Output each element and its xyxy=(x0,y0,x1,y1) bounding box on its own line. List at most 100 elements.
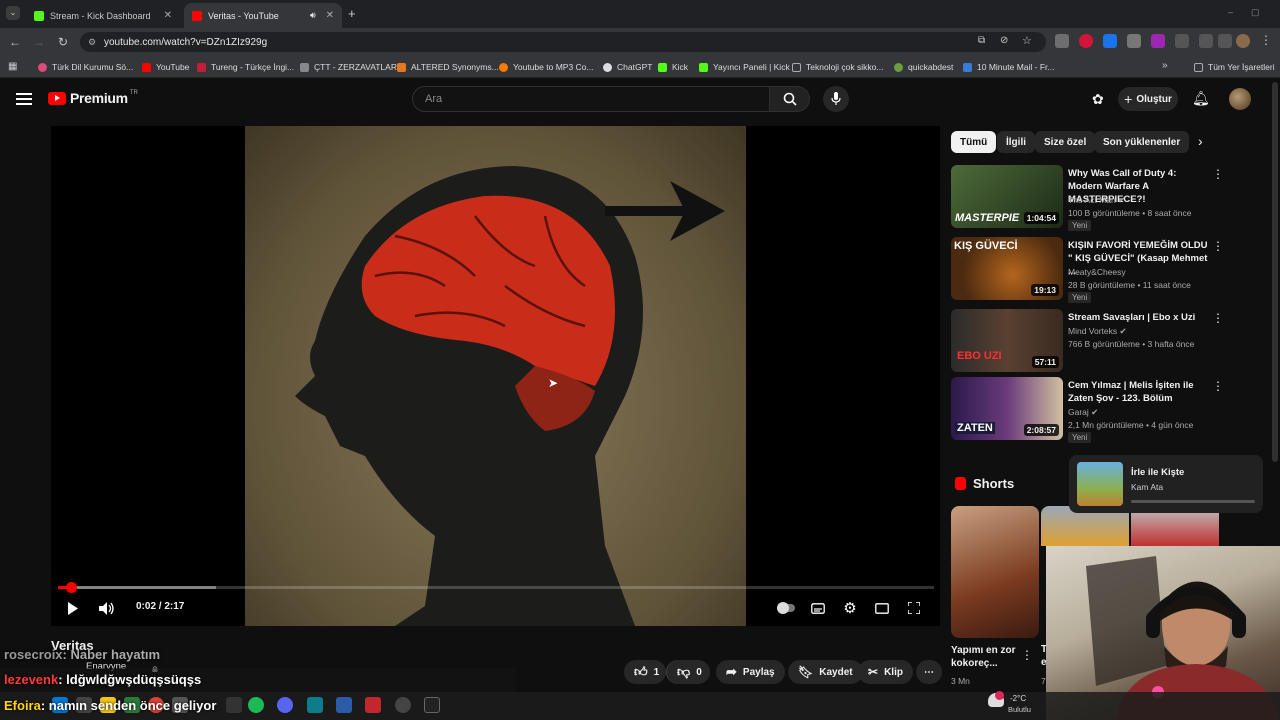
video-thumbnail[interactable]: EBO UZI 57:11 xyxy=(951,309,1063,372)
account-avatar[interactable] xyxy=(1229,88,1251,110)
short-title[interactable]: Yapımı en zor kokoreç... xyxy=(951,644,1019,670)
bookmark-item[interactable]: Teknoloji çok sikko... xyxy=(792,61,883,73)
more-vertical-icon[interactable]: ⋮ xyxy=(1212,379,1224,393)
speaker-icon[interactable]: 🔊︎ xyxy=(310,10,316,21)
bookmark-item[interactable]: ALTERED Synonyms... xyxy=(397,61,499,73)
recommendation-item[interactable]: MASTERPIE 1:04:54 Why Was Call of Duty 4… xyxy=(951,165,1267,231)
volume-button[interactable] xyxy=(96,598,118,618)
bookmark-item[interactable]: quickabdest xyxy=(894,61,953,73)
video-thumbnail[interactable]: ZATEN 2:08:57 xyxy=(951,377,1063,440)
chip-recently-uploaded[interactable]: Son yüklenenler xyxy=(1094,131,1190,153)
recommendation-item[interactable]: KIŞ GÜVECİ 19:13 KIŞIN FAVORİ YEMEĞİM OL… xyxy=(951,237,1267,303)
more-bookmarks-icon[interactable]: » xyxy=(1162,60,1168,71)
more-vertical-icon[interactable]: ⋮ xyxy=(1212,239,1224,253)
youtube-premium-logo[interactable]: Premium TR xyxy=(48,90,138,106)
site-info-icon[interactable]: ⚙ xyxy=(88,37,96,48)
chip-for-you[interactable]: Size özel xyxy=(1035,131,1096,153)
like-button[interactable]: 👍︎ 1 xyxy=(624,660,666,684)
chip-all[interactable]: Tümü xyxy=(951,131,997,153)
search-input[interactable]: Ara xyxy=(412,86,770,112)
recommendation-item[interactable]: EBO UZI 57:11 Stream Savaşları | Ebo x U… xyxy=(951,309,1267,375)
search-button[interactable] xyxy=(770,86,810,112)
browser-tab-youtube[interactable]: Veritas - YouTube 🔊︎ ✕ xyxy=(184,3,342,28)
reload-icon[interactable]: ↻ xyxy=(54,33,72,51)
channel-name[interactable]: The Act Man ✔ xyxy=(1068,195,1125,206)
terminal-icon[interactable] xyxy=(424,697,440,713)
bookmark-item[interactable]: 10 Minute Mail - Fr... xyxy=(963,61,1054,73)
bookmark-item[interactable]: Kick xyxy=(658,61,688,73)
video-thumbnail[interactable]: MASTERPIE 1:04:54 xyxy=(951,165,1063,228)
premium-features-icon[interactable]: ✿ xyxy=(1092,91,1104,108)
eye-off-icon[interactable]: ⊘ xyxy=(1000,35,1008,46)
all-bookmarks-folder[interactable]: Tüm Yer İşaretleri xyxy=(1194,61,1275,73)
create-button[interactable]: + Oluştur xyxy=(1118,87,1178,111)
short-thumbnail[interactable] xyxy=(951,506,1039,638)
channel-name[interactable]: Meaty&Cheesy xyxy=(1068,267,1126,277)
bookmark-item[interactable]: Youtube to MP3 Co... xyxy=(499,61,594,73)
acrobat-icon[interactable] xyxy=(365,697,381,713)
share-button[interactable]: ➦ Paylaş xyxy=(716,660,785,684)
bookmark-item[interactable]: Yayıncı Paneli | Kick xyxy=(699,61,790,73)
browser-tab-kick-dashboard[interactable]: Stream - Kick Dashboard ✕ xyxy=(26,3,180,28)
chrome-menu-icon[interactable]: ⋮ xyxy=(1260,33,1272,47)
spotify-icon[interactable] xyxy=(248,697,264,713)
more-actions-button[interactable]: ⋯ xyxy=(916,660,942,684)
close-tab-icon[interactable]: ✕ xyxy=(164,10,172,21)
recommendation-title[interactable]: Cem Yılmaz | Melis İşiten ile Zaten Şov … xyxy=(1068,379,1208,405)
extension-red-icon[interactable] xyxy=(1079,34,1093,48)
bookmark-item[interactable]: Tureng - Türkçe İngi... xyxy=(197,61,294,73)
install-app-icon[interactable]: ⧉ xyxy=(978,35,985,46)
autoplay-toggle[interactable] xyxy=(776,598,796,618)
taskbar-app-icon[interactable] xyxy=(336,697,352,713)
obs-icon[interactable] xyxy=(395,697,411,713)
channel-name[interactable]: Garaj ✔ xyxy=(1068,407,1098,418)
address-bar[interactable]: ⚙ youtube.com/watch?v=DZn1ZIz929g ⧉ ⊘ ☆ xyxy=(80,32,1046,52)
channel-name[interactable]: Mind Vorteks ✔ xyxy=(1068,326,1127,337)
taskbar-app-icon[interactable] xyxy=(307,697,323,713)
new-tab-icon[interactable]: + xyxy=(348,6,356,21)
hamburger-menu-icon[interactable] xyxy=(16,92,32,106)
play-button[interactable] xyxy=(62,598,82,618)
extension-blue-icon[interactable] xyxy=(1103,34,1117,48)
extension-purple-icon[interactable] xyxy=(1151,34,1165,48)
fullscreen-button[interactable] xyxy=(904,598,924,618)
more-vertical-icon[interactable]: ⋮ xyxy=(1021,648,1033,662)
window-controls[interactable]: –▢ xyxy=(1228,7,1278,18)
extensions-puzzle-icon[interactable] xyxy=(1175,34,1189,48)
reading-list-icon[interactable] xyxy=(1199,34,1213,48)
apps-grid-icon[interactable]: ▦ xyxy=(8,61,17,72)
profile-avatar-icon[interactable] xyxy=(1236,34,1250,48)
bookmark-item[interactable]: YouTube xyxy=(142,61,189,73)
dislike-button[interactable]: 👎︎ 0 xyxy=(666,660,710,684)
close-tab-icon[interactable]: ✕ xyxy=(326,10,334,21)
back-icon[interactable]: ← xyxy=(6,33,24,51)
discord-icon[interactable] xyxy=(277,697,293,713)
bookmark-item[interactable]: ÇTT - ZERZAVATLAR xyxy=(300,61,397,73)
extension-gray-icon[interactable] xyxy=(1127,34,1141,48)
clip-button[interactable]: ✂ Klip xyxy=(858,660,913,684)
more-vertical-icon[interactable]: ⋮ xyxy=(1212,167,1224,181)
music-miniplayer-overlay[interactable]: İrle ile Kişte Kam Ata xyxy=(1069,455,1263,513)
bookmark-star-icon[interactable]: ☆ xyxy=(1022,34,1032,47)
save-button[interactable]: 🔖︎ Kaydet xyxy=(788,660,863,684)
bookmark-item[interactable]: Türk Dil Kurumu Sö... xyxy=(38,61,133,73)
chips-next-chevron-icon[interactable]: › xyxy=(1198,133,1203,149)
video-thumbnail[interactable]: KIŞ GÜVECİ 19:13 xyxy=(951,237,1063,300)
side-panel-icon[interactable] xyxy=(1218,34,1232,48)
tab-search-button[interactable]: ⌄ xyxy=(6,6,20,20)
more-vertical-icon[interactable]: ⋮ xyxy=(1212,311,1224,325)
theater-mode-button[interactable] xyxy=(872,598,892,618)
forward-icon[interactable]: → xyxy=(30,33,48,51)
video-frame-artwork[interactable] xyxy=(245,126,746,626)
voice-search-button[interactable] xyxy=(823,86,849,112)
notifications-bell-icon[interactable]: 🔔︎ xyxy=(1192,90,1210,107)
page-scrollbar[interactable] xyxy=(1272,82,1278,462)
settings-gear-icon[interactable]: ⚙ xyxy=(840,598,860,618)
recommendation-item[interactable]: ZATEN 2:08:57 Cem Yılmaz | Melis İşiten … xyxy=(951,377,1267,443)
subtitles-button[interactable] xyxy=(808,598,828,618)
taskbar-app-icon[interactable] xyxy=(226,697,242,713)
extension-grid-icon[interactable] xyxy=(1055,34,1069,48)
recommendation-title[interactable]: Stream Savaşları | Ebo x Uzi xyxy=(1068,311,1208,324)
bookmark-item[interactable]: ChatGPT xyxy=(603,61,652,73)
chip-related[interactable]: İlgili xyxy=(997,131,1035,153)
